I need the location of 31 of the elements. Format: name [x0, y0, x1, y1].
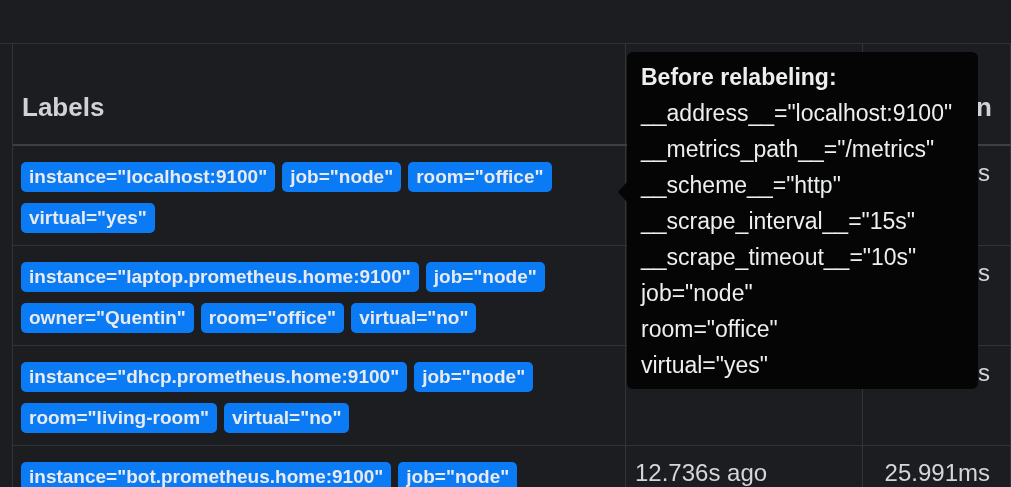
label-badge: job="node" [425, 262, 545, 292]
label-badge: virtual="yes" [21, 203, 155, 233]
tooltip-label: virtual="yes" [641, 351, 768, 380]
tooltip-label: __scrape_interval__="15s" [641, 207, 915, 236]
tooltip-title: Before relabeling: [641, 63, 838, 92]
column-header: Labels [22, 91, 105, 124]
scrape-duration: s [978, 259, 990, 286]
tooltip-label: __scrape_timeout__="10s" [641, 243, 917, 272]
label-badge: instance="laptop.prometheus.home:9100" [21, 262, 419, 292]
tooltip-label: __scheme__="http" [641, 171, 841, 200]
label-badge: virtual="no" [351, 303, 477, 333]
scrape-duration: s [978, 159, 990, 186]
label-badge: instance="bot.prometheus.home:9100" [21, 462, 392, 487]
tooltip-label: __metrics_path__="/metrics" [641, 135, 935, 164]
tooltip-label: __address__="localhost:9100" [641, 99, 953, 128]
scrape-duration: 25.991ms [884, 459, 990, 486]
last-scrape-time: 12.736s ago [635, 459, 768, 486]
label-badge: room="office" [408, 162, 552, 192]
label-badge: job="node" [414, 362, 534, 392]
label-badge: instance="dhcp.prometheus.home:9100" [21, 362, 408, 392]
label-badge: virtual="no" [224, 403, 350, 433]
label-badge: room="office" [200, 303, 345, 333]
label-badge: job="node" [282, 162, 402, 192]
tooltip-label: room="office" [641, 315, 778, 344]
label-badge: room="living-room" [21, 403, 218, 433]
label-badge: owner="Quentin" [21, 303, 194, 333]
label-badge: job="node" [398, 462, 518, 487]
tooltip-label: job="node" [641, 279, 753, 308]
column-header: n [976, 91, 992, 124]
label-badge: instance="localhost:9100" [21, 162, 276, 192]
scrape-duration: s [978, 359, 990, 386]
